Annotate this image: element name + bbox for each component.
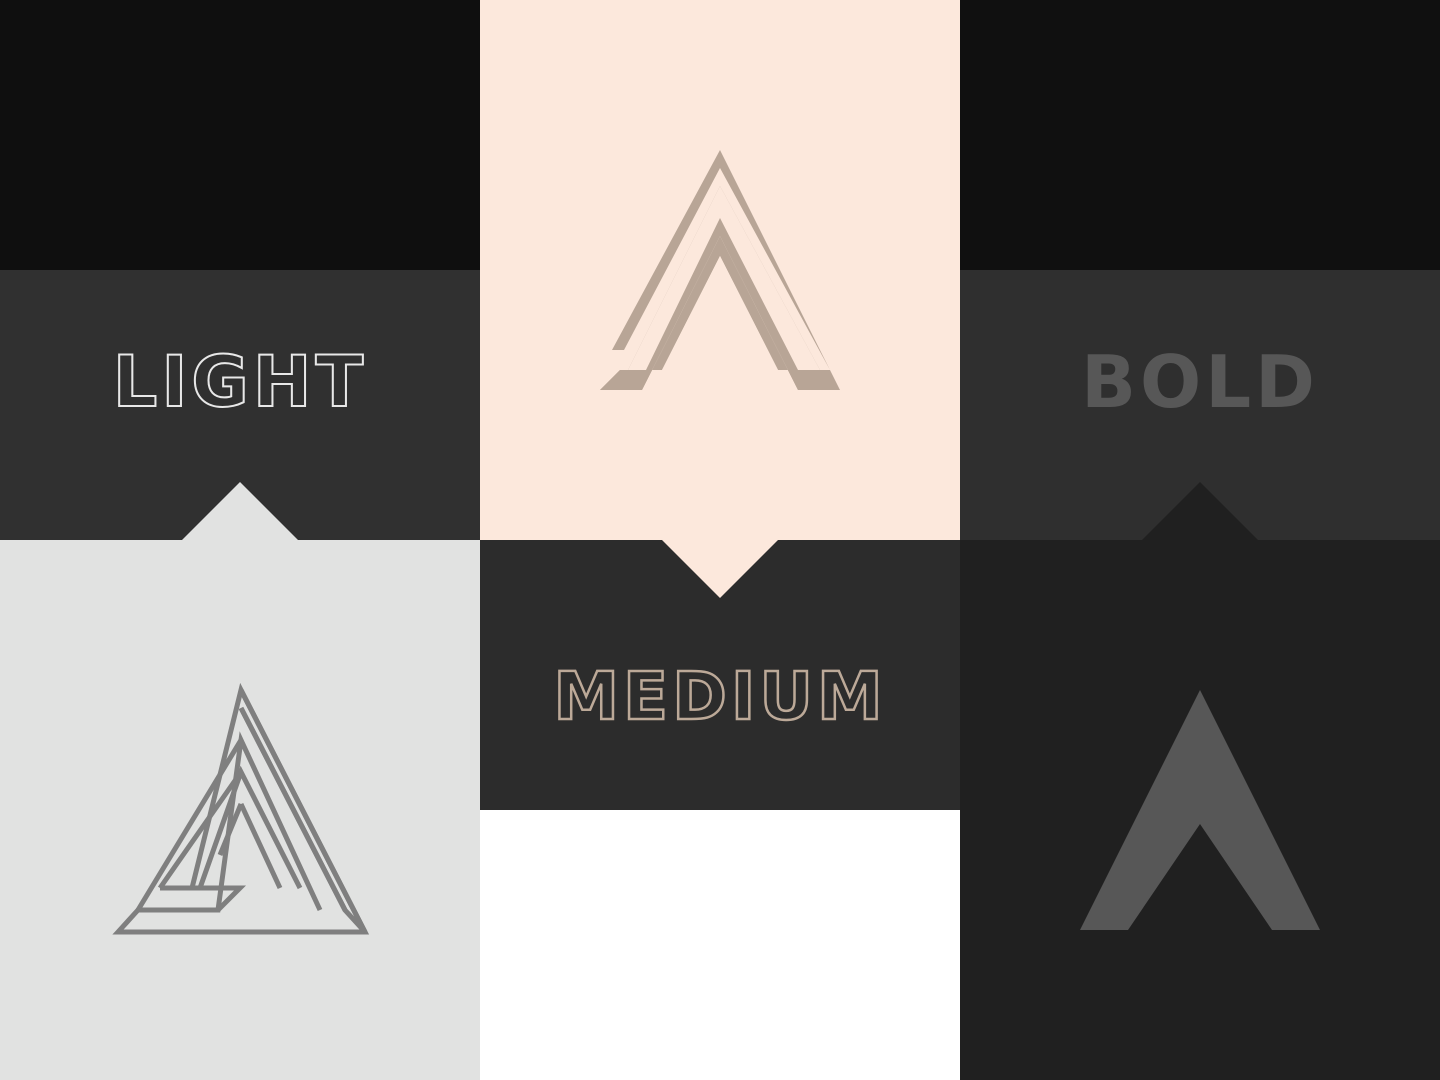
top-left-dark-panel (0, 0, 480, 270)
top-right-dark-panel (960, 0, 1440, 270)
bottom-center-white-panel (480, 810, 960, 1080)
solid-a-icon (1080, 690, 1320, 930)
bold-pointer (1142, 482, 1258, 540)
medium-pointer (662, 540, 778, 598)
triple-line-a-icon (112, 682, 370, 935)
double-line-a-icon (600, 150, 840, 390)
light-pointer (182, 482, 298, 540)
light-weight-label: LIGHT (112, 341, 368, 423)
bold-weight-label: BOLD (1081, 340, 1319, 424)
medium-weight-label: MEDIUM (552, 658, 887, 735)
